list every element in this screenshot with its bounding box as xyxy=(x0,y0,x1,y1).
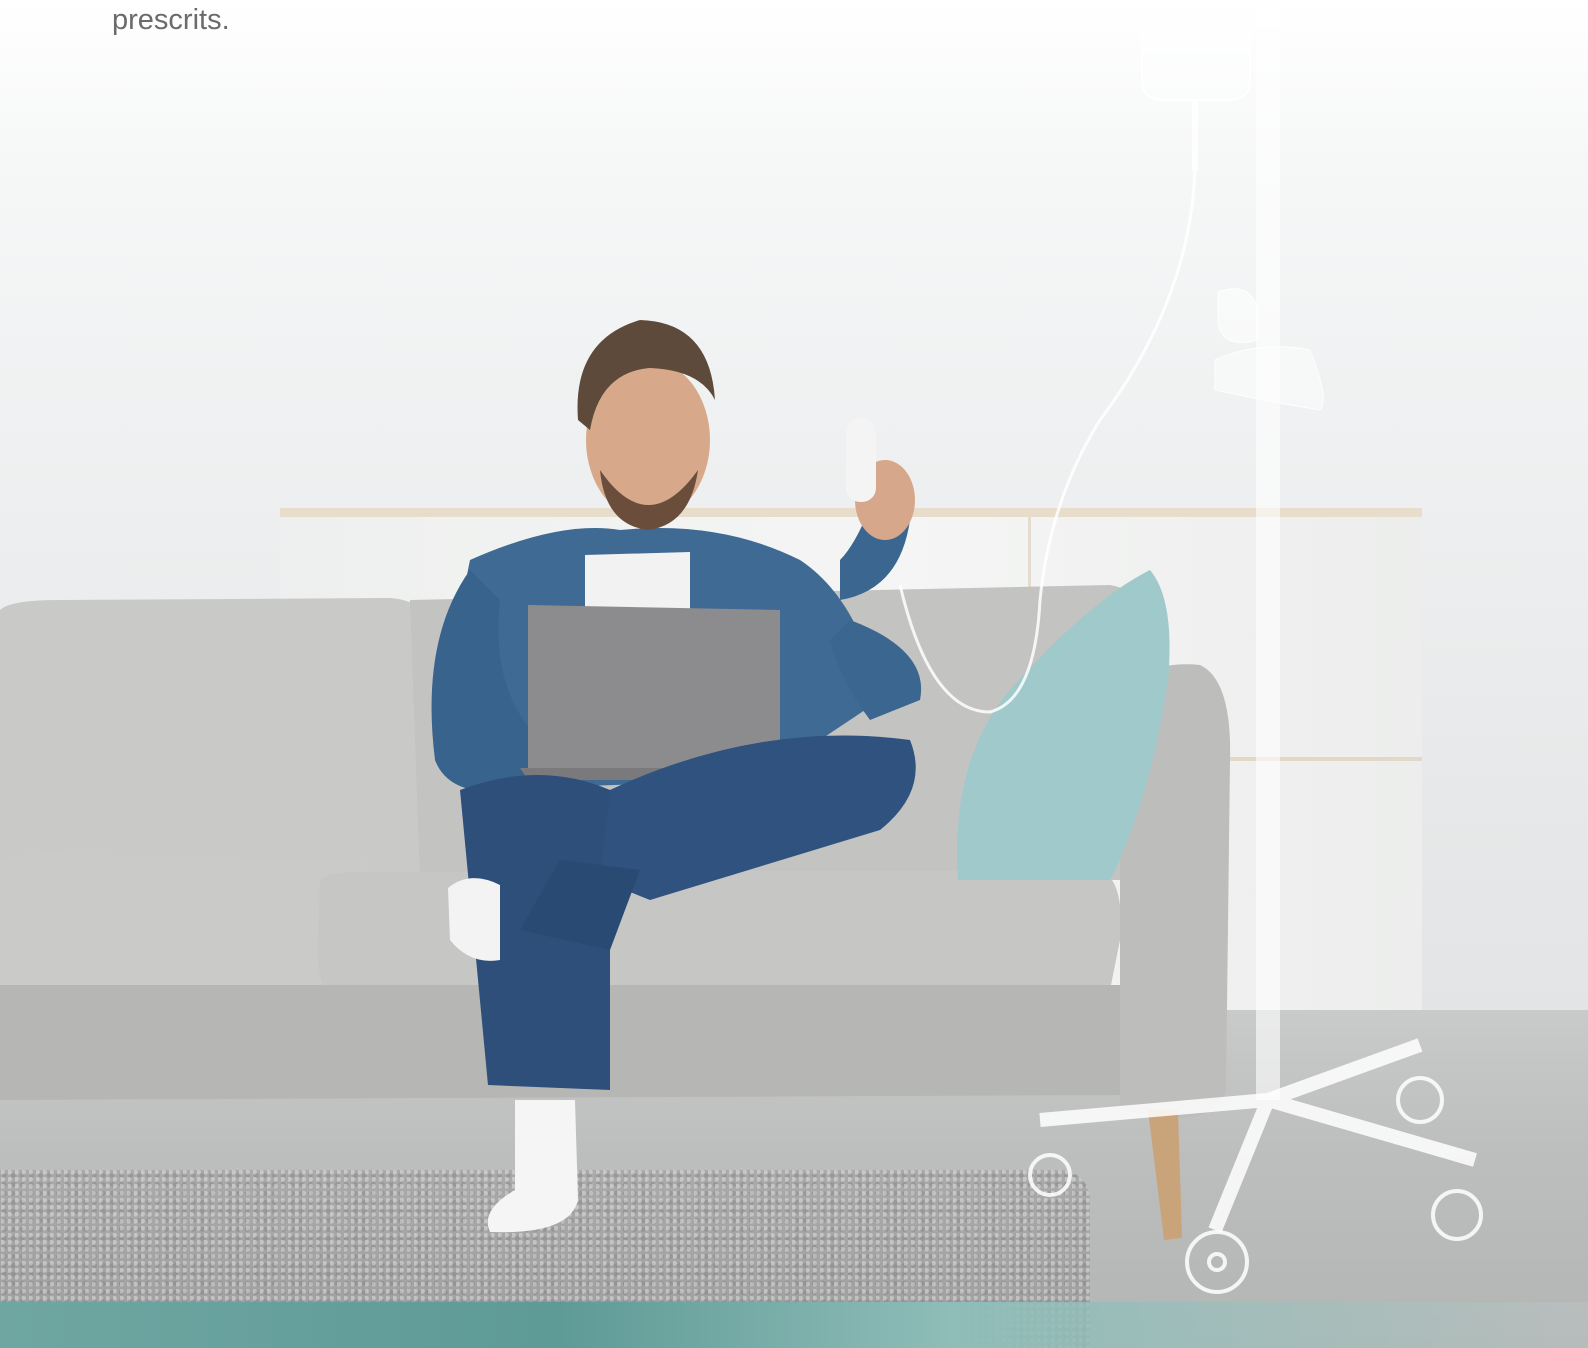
scene-illustration xyxy=(0,0,1483,1294)
teal-footer-band xyxy=(0,1302,1588,1348)
caption-text: ... prescrits. xyxy=(112,0,230,40)
photo-scene: ... prescrits. xyxy=(0,0,1588,1348)
caption-last-line: prescrits. xyxy=(112,4,230,36)
